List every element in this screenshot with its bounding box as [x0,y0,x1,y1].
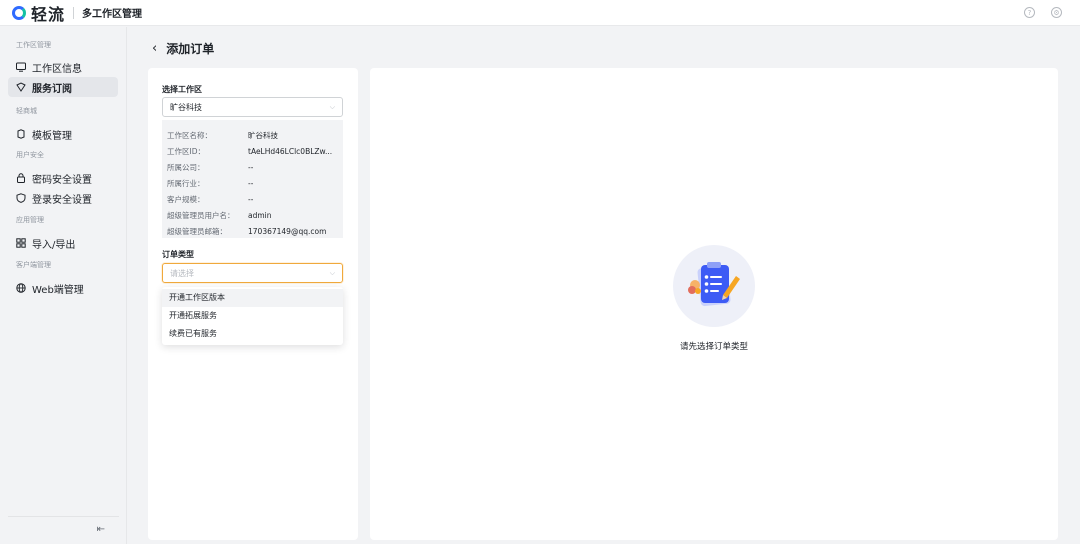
info-key: 工作区名称： [167,130,212,140]
info-key: 工作区ID： [167,146,205,156]
sidebar-item-workspace-info[interactable]: 工作区信息 [8,57,118,77]
chevron-down-icon: ⌵ [329,269,335,277]
chevron-down-icon: ⌵ [329,103,335,111]
order-type-label: 订单类型 [162,250,194,259]
page-title: 添加订单 [166,42,215,56]
sidebar-item-templates[interactable]: 模板管理 [8,124,118,144]
shield-icon [16,193,26,203]
sidebar-item-label: 导入/导出 [32,239,76,251]
workspace-select-value: 旷谷科技 [170,102,202,112]
sidebar-item-subscription[interactable]: 服务订阅 [8,77,118,97]
info-key: 所属行业： [167,178,205,188]
workspace-label: 选择工作区 [162,85,202,94]
sidebar-footer: ⇤ [8,516,119,544]
info-value: -- [248,178,254,188]
order-type-select[interactable]: 请选择 ⌵ [162,263,343,283]
sidebar-item-label: 工作区信息 [32,63,82,75]
dropdown-option[interactable]: 开通拓展服务 [162,307,343,325]
info-key: 所属公司： [167,162,205,172]
sidebar-group-clients: 客户端管理 [16,261,51,269]
help-icon[interactable]: ? [1024,7,1035,18]
app-logo[interactable]: 轻流 [12,1,65,25]
subscription-icon [16,82,26,92]
sidebar-group-security: 用户安全 [16,151,44,159]
info-row: 工作区名称： 旷谷科技 [167,127,343,143]
sidebar-item-label: 模板管理 [32,130,72,142]
info-value: tAeLHd46LClc0BLZw... [248,146,333,156]
workspace-info-box: 工作区名称： 旷谷科技 工作区ID： tAeLHd46LClc0BLZw... … [162,120,343,238]
info-value: admin [248,210,272,220]
empty-state-text: 请先选择订单类型 [679,342,748,352]
info-key: 超级管理员用户名： [167,210,235,220]
monitor-icon [16,62,26,72]
sidebar-item-web-management[interactable]: Web端管理 [8,278,118,298]
info-row: 超级管理员用户名： admin [167,207,343,223]
lock-icon [16,173,26,183]
logo-icon [12,5,26,20]
order-type-placeholder: 请选择 [170,268,194,278]
sidebar-item-login-security[interactable]: 登录安全设置 [8,188,118,208]
info-row: 超级管理员邮箱： 170367149@qq.com [167,223,343,239]
globe-icon [16,283,26,293]
workspace-select[interactable]: 旷谷科技 ⌵ [162,97,343,117]
sidebar-item-label: 密码安全设置 [32,174,92,186]
sidebar-group-mall: 轻商城 [16,107,37,115]
settings-icon[interactable]: ⚙ [1051,7,1062,18]
dropdown-option[interactable]: 开通工作区版本 [162,289,343,307]
info-value: -- [248,194,254,204]
sidebar-item-label: Web端管理 [32,284,84,296]
info-key: 客户规模： [167,194,205,204]
info-row: 所属公司： -- [167,159,343,175]
preview-panel: 请先选择订单类型 [370,68,1058,540]
info-value: 170367149@qq.com [248,226,327,236]
sidebar-item-password-security[interactable]: 密码安全设置 [8,168,118,188]
sidebar-item-label: 登录安全设置 [32,194,92,206]
collapse-icon[interactable]: ⇤ [97,524,105,535]
info-row: 客户规模： -- [167,191,343,207]
template-icon [16,129,26,139]
top-bar: 轻流 多工作区管理 ? ⚙ [0,0,1080,26]
info-value: -- [248,162,254,172]
order-form-panel: 选择工作区 旷谷科技 ⌵ 工作区名称： 旷谷科技 工作区ID： tAeLHd46… [148,68,358,540]
logo-text: 轻流 [31,4,66,24]
info-key: 超级管理员邮箱： [167,226,227,236]
divider [73,6,75,19]
app-title: 多工作区管理 [82,9,143,20]
sidebar-item-label: 服务订阅 [32,83,72,95]
sidebar-group-workspace: 工作区管理 [16,41,51,49]
sidebar: 工作区管理 工作区信息 服务订阅 轻商城 模板管理 用户安全 密码安全设置 登录… [0,27,127,544]
info-value: 旷谷科技 [248,130,278,140]
dropdown-option[interactable]: 续费已有服务 [162,325,343,343]
back-icon[interactable]: ‹ [152,41,157,56]
info-row: 所属行业： -- [167,175,343,191]
sidebar-item-import-export[interactable]: 导入/导出 [8,233,118,253]
empty-state-illustration [673,245,755,327]
info-row: 工作区ID： tAeLHd46LClc0BLZw... [167,143,343,159]
page-header: ‹ 添加订单 [152,40,214,57]
order-type-dropdown: 开通工作区版本 开通拓展服务 续费已有服务 [162,287,343,345]
sidebar-group-apps: 应用管理 [16,216,44,224]
grid-icon [16,238,26,248]
